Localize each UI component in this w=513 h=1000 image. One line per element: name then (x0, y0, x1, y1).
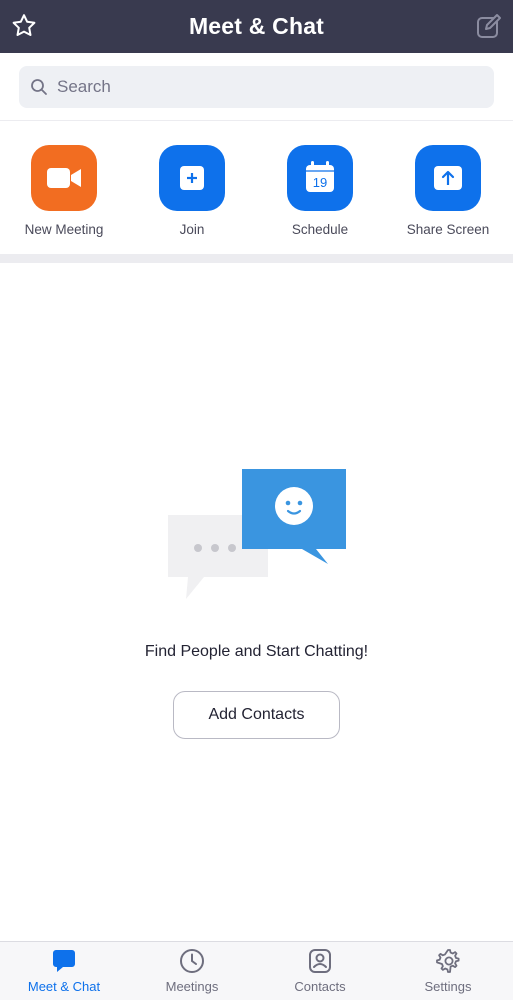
video-camera-icon[interactable] (31, 145, 97, 211)
schedule-button[interactable]: 19 Schedule (256, 145, 384, 237)
chat-bubble-icon (53, 950, 75, 972)
empty-state-title: Find People and Start Chatting! (144, 643, 369, 660)
calendar-day: 19 (313, 175, 327, 190)
page-title: Meet & Chat (188, 13, 325, 39)
tab-label: Settings (424, 979, 472, 994)
tab-meetings[interactable]: Meetings (128, 942, 256, 1000)
tab-label: Contacts (294, 979, 346, 994)
new-meeting-label: New Meeting (24, 222, 104, 237)
share-screen-label: Share Screen (406, 222, 490, 237)
join-label: Join (179, 222, 205, 237)
gear-icon (436, 949, 460, 973)
chat-bubbles-icon (160, 463, 355, 603)
tab-label: Meet & Chat (27, 979, 101, 994)
edit-icon[interactable] (475, 12, 503, 40)
share-screen-icon[interactable] (415, 145, 481, 211)
tab-bar: Meet & Chat Meetings Contacts Settings (0, 941, 513, 1000)
search-section (0, 53, 513, 121)
plus-icon[interactable] (159, 145, 225, 211)
share-screen-button[interactable]: Share Screen (384, 145, 512, 237)
search-input[interactable] (57, 66, 477, 108)
contact-card-icon (309, 949, 331, 973)
tab-settings[interactable]: Settings (384, 942, 512, 1000)
tab-meet-chat[interactable]: Meet & Chat (0, 942, 128, 1000)
calendar-icon[interactable]: 19 (287, 145, 353, 211)
empty-state: Find People and Start Chatting! Add Cont… (0, 263, 513, 941)
app-header: Meet & Chat (0, 0, 513, 53)
tab-contacts[interactable]: Contacts (256, 942, 384, 1000)
section-divider (0, 254, 513, 263)
search-bar[interactable] (19, 66, 494, 108)
schedule-label: Schedule (291, 222, 349, 237)
search-icon (30, 78, 48, 96)
join-button[interactable]: Join (128, 145, 256, 237)
clock-icon (180, 949, 204, 973)
new-meeting-button[interactable]: New Meeting (0, 145, 128, 237)
add-contacts-button[interactable]: Add Contacts (173, 691, 340, 739)
tab-label: Meetings (165, 979, 219, 994)
quick-actions: New Meeting Join 19 Schedule Share Scree… (0, 122, 513, 254)
